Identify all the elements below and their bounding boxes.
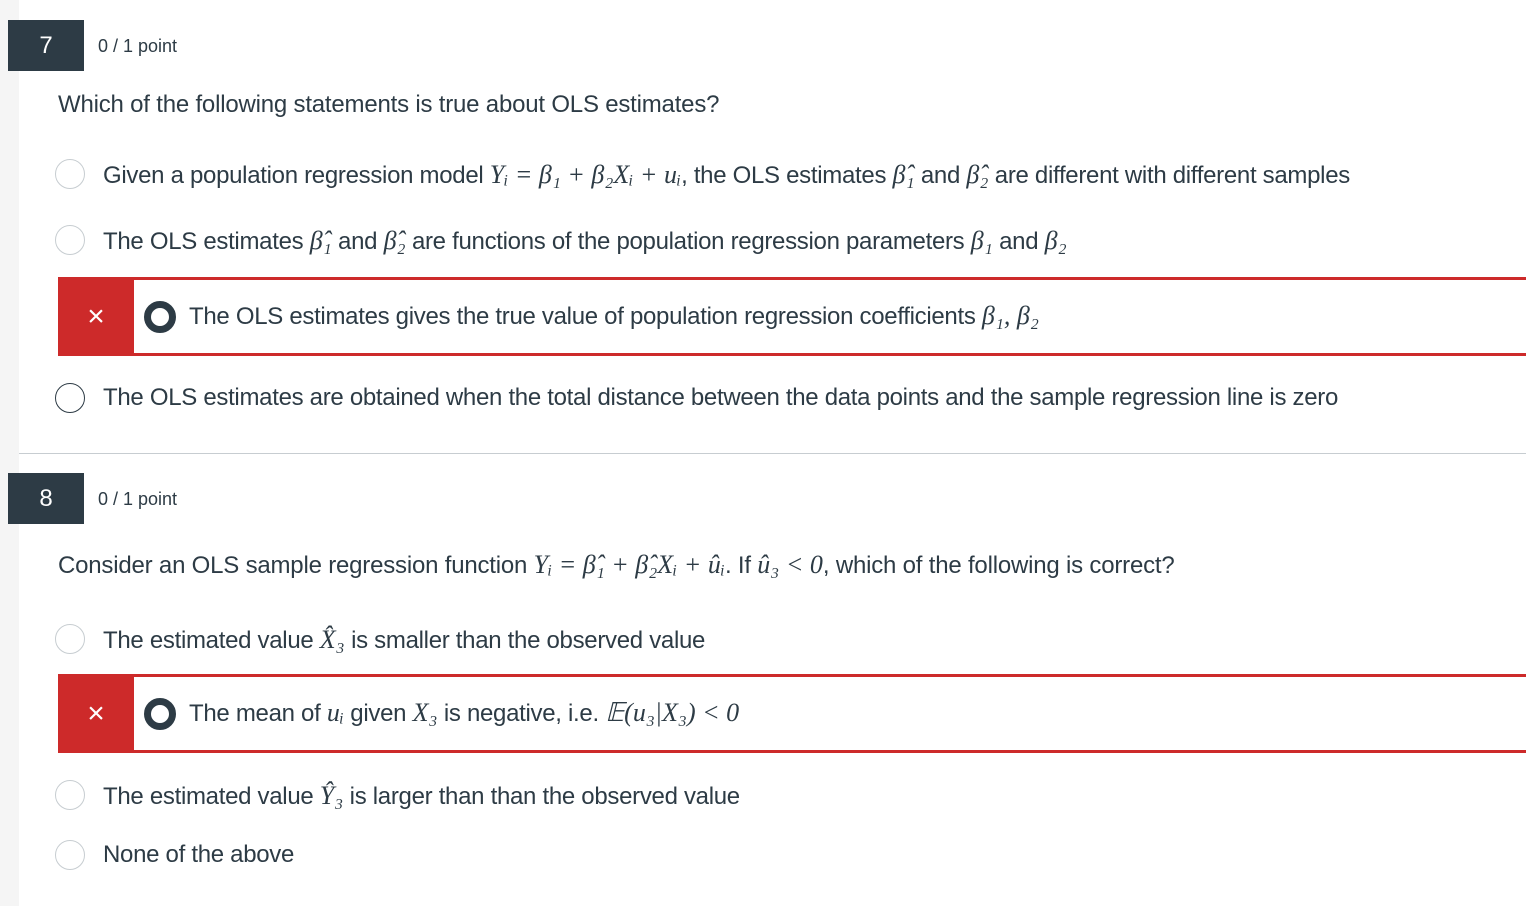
incorrect-x-icon: × (58, 674, 134, 753)
answer-option-d[interactable]: The OLS estimates are obtained when the … (19, 378, 1526, 418)
answer-text: The estimated value X̂₃ is smaller than … (103, 625, 706, 654)
question-number: 7 (8, 20, 84, 71)
radio-button-selected[interactable] (144, 698, 176, 730)
answer-text: The estimated value Ŷ₃ is larger than th… (103, 781, 740, 810)
answer-text: Given a population regression model Yᵢ =… (103, 160, 1350, 189)
answer-option-c-incorrect[interactable]: × The OLS estimates gives the true value… (58, 277, 1526, 356)
answer-option-c[interactable]: The estimated value Ŷ₃ is larger than th… (19, 775, 1526, 815)
radio-button[interactable] (55, 225, 85, 255)
left-rail (0, 0, 19, 906)
answer-text: None of the above (103, 841, 295, 868)
radio-button[interactable] (55, 780, 85, 810)
question-text: Which of the following statements is tru… (58, 91, 720, 118)
answer-option-b[interactable]: The OLS estimates β̂₁ and β̂₂ are functi… (19, 220, 1526, 260)
incorrect-x-icon: × (58, 277, 134, 356)
question-8: 8 0 / 1 point Consider an OLS sample reg… (8, 453, 1526, 907)
points-label: 0 / 1 point (98, 36, 178, 56)
question-number: 8 (8, 473, 84, 524)
radio-button[interactable] (55, 624, 85, 654)
answer-option-a[interactable]: The estimated value X̂₃ is smaller than … (19, 619, 1526, 659)
answer-option-a[interactable]: Given a population regression model Yᵢ =… (19, 154, 1526, 194)
radio-button[interactable] (55, 840, 85, 870)
radio-button[interactable] (55, 159, 85, 189)
answer-option-d[interactable]: None of the above (19, 835, 1526, 875)
points-label: 0 / 1 point (98, 489, 178, 509)
answer-text: The OLS estimates β̂₁ and β̂₂ are functi… (103, 226, 1067, 255)
question-text: Consider an OLS sample regression functi… (58, 550, 1175, 579)
radio-button[interactable] (55, 383, 85, 413)
question-7: 7 0 / 1 point Which of the following sta… (8, 0, 1526, 453)
answer-text: The mean of uᵢ given X₃ is negative, i.e… (189, 698, 740, 727)
radio-button-selected[interactable] (144, 301, 176, 333)
answer-option-b-incorrect[interactable]: × The mean of uᵢ given X₃ is negative, i… (58, 674, 1526, 753)
answer-text: The OLS estimates gives the true value o… (189, 301, 1039, 330)
answer-text: The OLS estimates are obtained when the … (103, 384, 1339, 411)
